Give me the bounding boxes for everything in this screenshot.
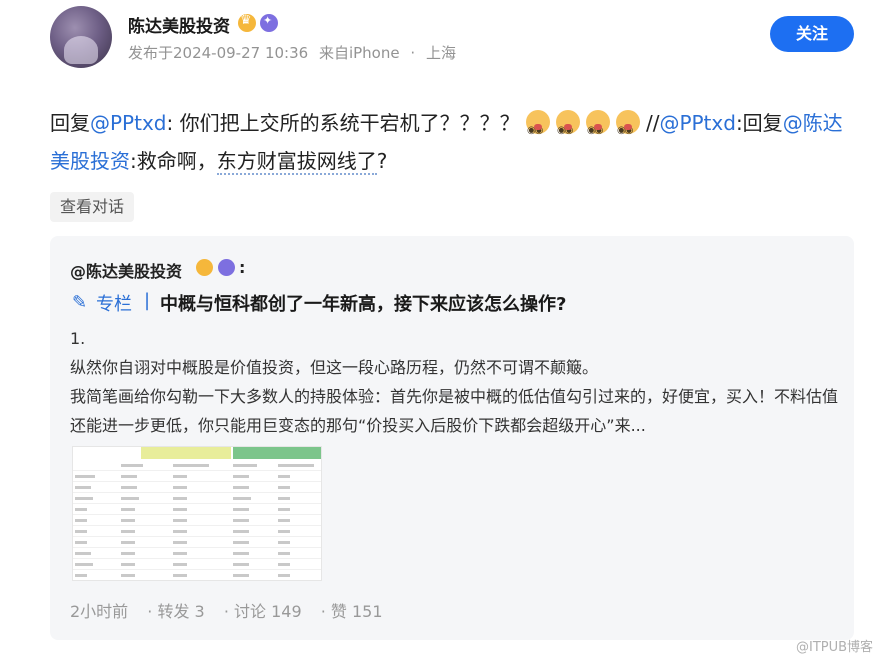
article-excerpt: 1. 纵然你自诩对中概股是价值投资，但这一段心路历程，仍然不可谓不颠簸。 我简笔…	[70, 324, 840, 440]
article-thumbnail[interactable]	[72, 446, 322, 581]
mention-link[interactable]: @PPtxd	[659, 111, 736, 135]
post-time: 2小时前	[70, 602, 129, 621]
author-name[interactable]: 陈达美股投资	[128, 12, 230, 37]
verified-badge-icon	[218, 259, 235, 276]
column-label[interactable]: 专栏	[96, 290, 132, 316]
emoji-icon	[615, 110, 640, 150]
post-body: ?	[376, 149, 388, 173]
publish-time: 发布于2024-09-27 10:36	[128, 44, 309, 62]
emoji-icon	[525, 110, 550, 150]
comment-count[interactable]: · 讨论 149	[224, 602, 302, 621]
reply-prefix: 回复	[50, 111, 90, 135]
post-source: 来自iPhone	[318, 44, 400, 62]
thumbnail-header-green	[233, 447, 321, 459]
view-conversation-button[interactable]: 查看对话	[50, 192, 135, 222]
quoted-post-card[interactable]: @陈达美股投资 : ✎ 专栏 | 中概与恒科都创了一年新高，接下来应该怎么操作?…	[50, 236, 854, 640]
post-location: 上海	[425, 44, 456, 62]
site-watermark: @ITPUB博客	[796, 640, 874, 655]
post-meta: 发布于2024-09-27 10:36 来自iPhone · 上海	[128, 42, 462, 63]
post-body: : 你们把上交所的系统干宕机了？？？？	[166, 111, 526, 135]
column-separator: |	[144, 290, 151, 311]
mention-link[interactable]: @PPtxd	[90, 111, 167, 135]
meta-dot: ·	[410, 44, 416, 62]
excerpt-line: 纵然你自诩对中概股是价值投资，但这一段心路历程，仍然不可谓不颠簸。	[70, 358, 599, 377]
verified-badge-icon	[260, 14, 278, 32]
quoted-author-colon: :	[239, 258, 246, 277]
post-body: :回复	[735, 111, 783, 135]
quoted-post-footer: 2小时前 · 转发 3 · 讨论 149 · 赞 151	[70, 598, 397, 622]
follow-button[interactable]: 关注	[770, 16, 854, 52]
thumbnail-header-yellow	[141, 447, 231, 459]
quoted-author[interactable]: @陈达美股投资	[70, 258, 182, 282]
like-count[interactable]: · 赞 151	[321, 602, 383, 621]
excerpt-line: 我简笔画给你勾勒一下大多数人的持股体验：首先你是被中概的低估值勾引过来的，好便宜…	[70, 387, 839, 435]
author-avatar[interactable]	[50, 6, 112, 68]
emoji-icon	[585, 110, 610, 150]
article-title[interactable]: 中概与恒科都创了一年新高，接下来应该怎么操作?	[160, 290, 566, 316]
emoji-icon	[555, 110, 580, 150]
repost-slash: //	[645, 111, 660, 135]
column-pen-icon: ✎	[72, 292, 88, 313]
post-text: 回复@PPtxd: 你们把上交所的系统干宕机了？？？？ //@PPtxd:回复@…	[50, 104, 850, 180]
crown-badge-icon	[238, 13, 256, 32]
crown-badge-icon	[196, 259, 213, 276]
topic-highlight[interactable]: 东方财富拔网线了	[216, 149, 377, 175]
post-body: :救命啊，	[130, 149, 217, 173]
excerpt-line: 1.	[70, 329, 86, 348]
repost-count[interactable]: · 转发 3	[147, 602, 204, 621]
